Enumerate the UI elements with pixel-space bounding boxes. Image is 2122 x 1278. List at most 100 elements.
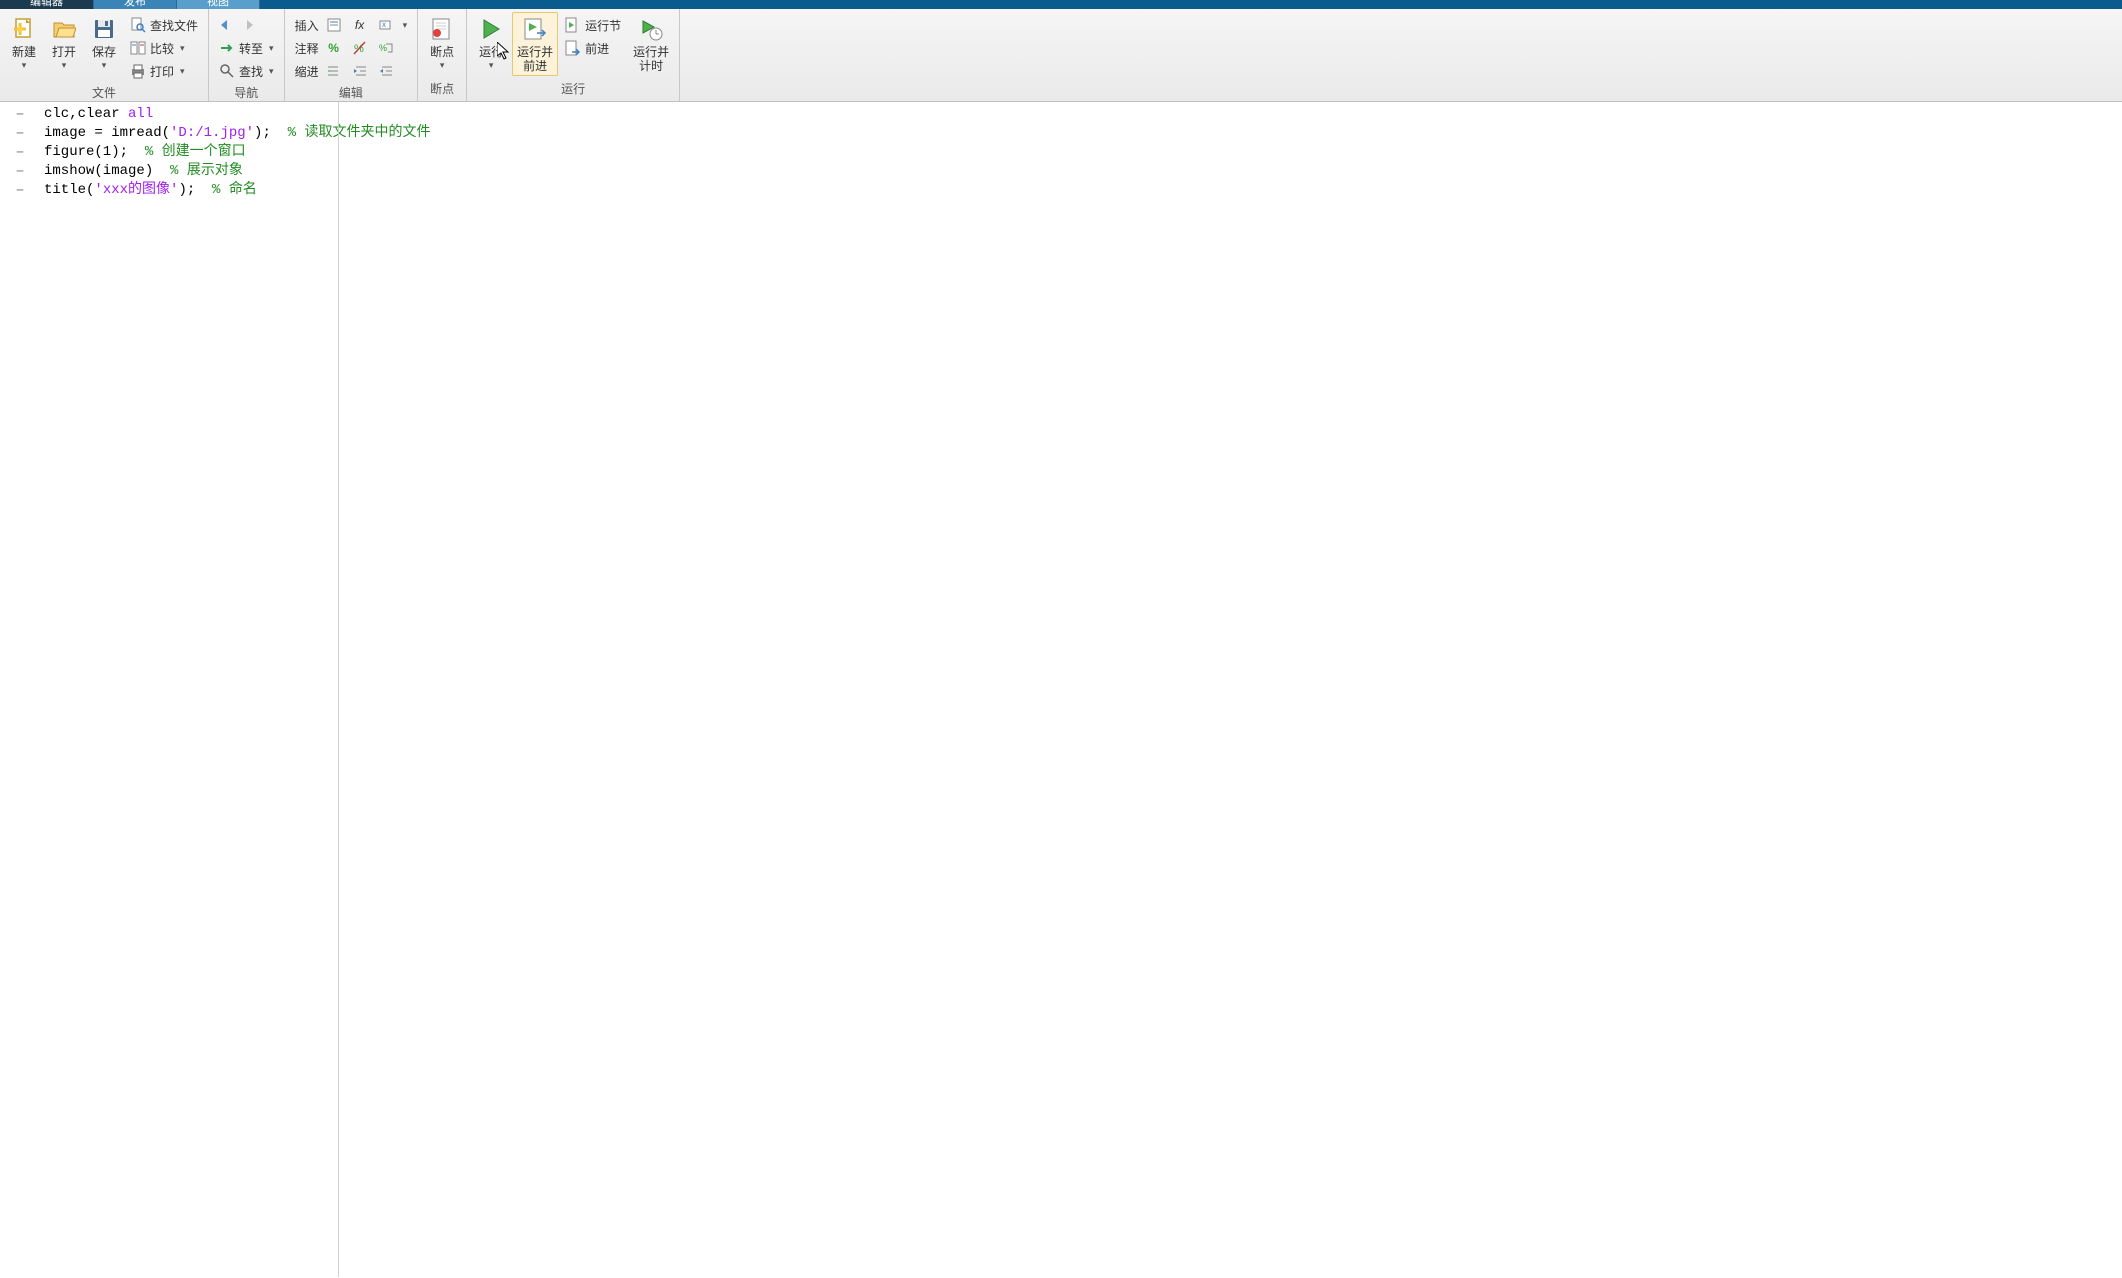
compare-button[interactable]: 比较 ▾: [125, 37, 203, 59]
indent-increase-button[interactable]: [349, 60, 371, 82]
search-icon: [219, 63, 235, 79]
tab-view[interactable]: 视图: [177, 0, 260, 9]
svg-text:x: x: [382, 20, 386, 29]
comment-row: 注释 % % %: [290, 37, 413, 59]
find-files-label: 查找文件: [150, 17, 198, 34]
chevron-down-icon: ▾: [269, 66, 274, 77]
indent-decrease-button[interactable]: [375, 60, 397, 82]
find-files-icon: [130, 17, 146, 33]
open-button[interactable]: 打开 ▾: [45, 12, 83, 74]
indent-label: 缩进: [295, 63, 319, 80]
code-line[interactable]: image = imread('D:/1.jpg'); % 读取文件夹中的文件: [40, 124, 2122, 143]
run-section-icon: [565, 17, 581, 33]
group-run: 运行 ▾ 运行并 前进 运行节: [467, 9, 680, 101]
chevron-down-icon: ▾: [22, 60, 27, 71]
tab-strip: 编辑器 发布 视图: [0, 0, 260, 9]
breakpoint-icon: [428, 15, 456, 43]
goto-label: 转至: [239, 40, 263, 57]
code-line[interactable]: figure(1); % 创建一个窗口: [40, 143, 2122, 162]
group-label-breakpoint: 断点: [423, 78, 461, 101]
editor-area: −−−−− clc,clear allimage = imread('D:/1.…: [0, 102, 2122, 1277]
run-time-label: 运行并 计时: [633, 45, 669, 73]
save-label: 保存: [92, 45, 116, 59]
breakpoint-label: 断点: [430, 45, 454, 59]
group-breakpoint: 断点 ▾ 断点: [418, 9, 467, 101]
ribbon: 新建 ▾ 打开 ▾ 保存 ▾: [0, 9, 2122, 102]
insert-section-button[interactable]: [323, 14, 345, 36]
indent-smart-button[interactable]: [323, 60, 345, 82]
run-label: 运行: [479, 45, 503, 59]
run-button[interactable]: 运行 ▾: [472, 12, 510, 74]
insert-fx-button[interactable]: fx: [349, 14, 371, 36]
gutter-mark[interactable]: −: [0, 181, 40, 200]
save-button[interactable]: 保存 ▾: [85, 12, 123, 74]
chevron-down-icon: ▾: [269, 43, 274, 54]
goto-button[interactable]: 转至 ▾: [214, 37, 279, 59]
print-label: 打印: [150, 63, 174, 80]
title-bar: 编辑器 发布 视图: [0, 0, 2122, 9]
open-folder-icon: [50, 15, 78, 43]
comment-label: 注释: [295, 40, 319, 57]
chevron-down-icon: ▾: [440, 60, 445, 71]
new-label: 新建: [12, 45, 36, 59]
group-edit: 插入 fx x ▾ 注释 % % % 缩进: [285, 9, 419, 101]
group-file: 新建 ▾ 打开 ▾ 保存 ▾: [0, 9, 209, 101]
svg-text:%: %: [379, 43, 387, 53]
comment-add-button[interactable]: %: [323, 37, 345, 59]
chevron-down-icon: ▾: [403, 20, 408, 31]
group-nav: 转至 ▾ 查找 ▾ 导航: [209, 9, 285, 101]
chevron-down-icon: ▾: [489, 60, 494, 71]
right-margin-line: [338, 102, 339, 1277]
editor-gutter: −−−−−: [0, 102, 40, 1277]
chevron-down-icon: ▾: [180, 43, 185, 54]
breakpoint-button[interactable]: 断点 ▾: [423, 12, 461, 74]
comment-wrap-button[interactable]: %: [375, 37, 397, 59]
code-line[interactable]: imshow(image) % 展示对象: [40, 162, 2122, 181]
new-file-icon: [10, 15, 38, 43]
chevron-down-icon: ▾: [102, 60, 107, 71]
advance-button[interactable]: 前进: [560, 37, 626, 59]
run-advance-icon: [521, 15, 549, 43]
nav-back-button[interactable]: [214, 14, 236, 36]
gutter-mark[interactable]: −: [0, 124, 40, 143]
tab-publish[interactable]: 发布: [94, 0, 177, 9]
print-icon: [130, 63, 146, 79]
find-files-button[interactable]: 查找文件: [125, 14, 203, 36]
insert-var-button[interactable]: x: [375, 14, 397, 36]
arrow-right-icon: [241, 17, 257, 33]
goto-icon: [219, 40, 235, 56]
gutter-mark[interactable]: −: [0, 105, 40, 124]
run-section-button[interactable]: 运行节: [560, 14, 626, 36]
run-time-icon: [637, 15, 665, 43]
advance-label: 前进: [585, 40, 609, 57]
chevron-down-icon: ▾: [180, 66, 185, 77]
code-pane[interactable]: clc,clear allimage = imread('D:/1.jpg');…: [40, 102, 2122, 1277]
gutter-mark[interactable]: −: [0, 162, 40, 181]
run-section-label: 运行节: [585, 17, 621, 34]
find-label: 查找: [239, 63, 263, 80]
print-button[interactable]: 打印 ▾: [125, 60, 203, 82]
run-advance-button[interactable]: 运行并 前进: [512, 12, 558, 76]
arrow-left-icon: [217, 17, 233, 33]
advance-icon: [565, 40, 581, 56]
run-time-button[interactable]: 运行并 计时: [628, 12, 674, 76]
code-line[interactable]: clc,clear all: [40, 105, 2122, 124]
save-icon: [90, 15, 118, 43]
insert-row: 插入 fx x ▾: [290, 14, 413, 36]
nav-forward-button[interactable]: [238, 14, 260, 36]
new-button[interactable]: 新建 ▾: [5, 12, 43, 74]
gutter-mark[interactable]: −: [0, 143, 40, 162]
indent-row: 缩进: [290, 60, 413, 82]
insert-label: 插入: [295, 17, 319, 34]
tab-editor[interactable]: 编辑器: [0, 0, 94, 9]
comment-remove-button[interactable]: %: [349, 37, 371, 59]
find-button[interactable]: 查找 ▾: [214, 60, 279, 82]
open-label: 打开: [52, 45, 76, 59]
code-line[interactable]: title('xxx的图像'); % 命名: [40, 181, 2122, 200]
chevron-down-icon: ▾: [62, 60, 67, 71]
compare-label: 比较: [150, 40, 174, 57]
compare-icon: [130, 40, 146, 56]
run-icon: [477, 15, 505, 43]
group-label-run: 运行: [472, 78, 674, 101]
run-advance-label: 运行并 前进: [517, 45, 553, 73]
